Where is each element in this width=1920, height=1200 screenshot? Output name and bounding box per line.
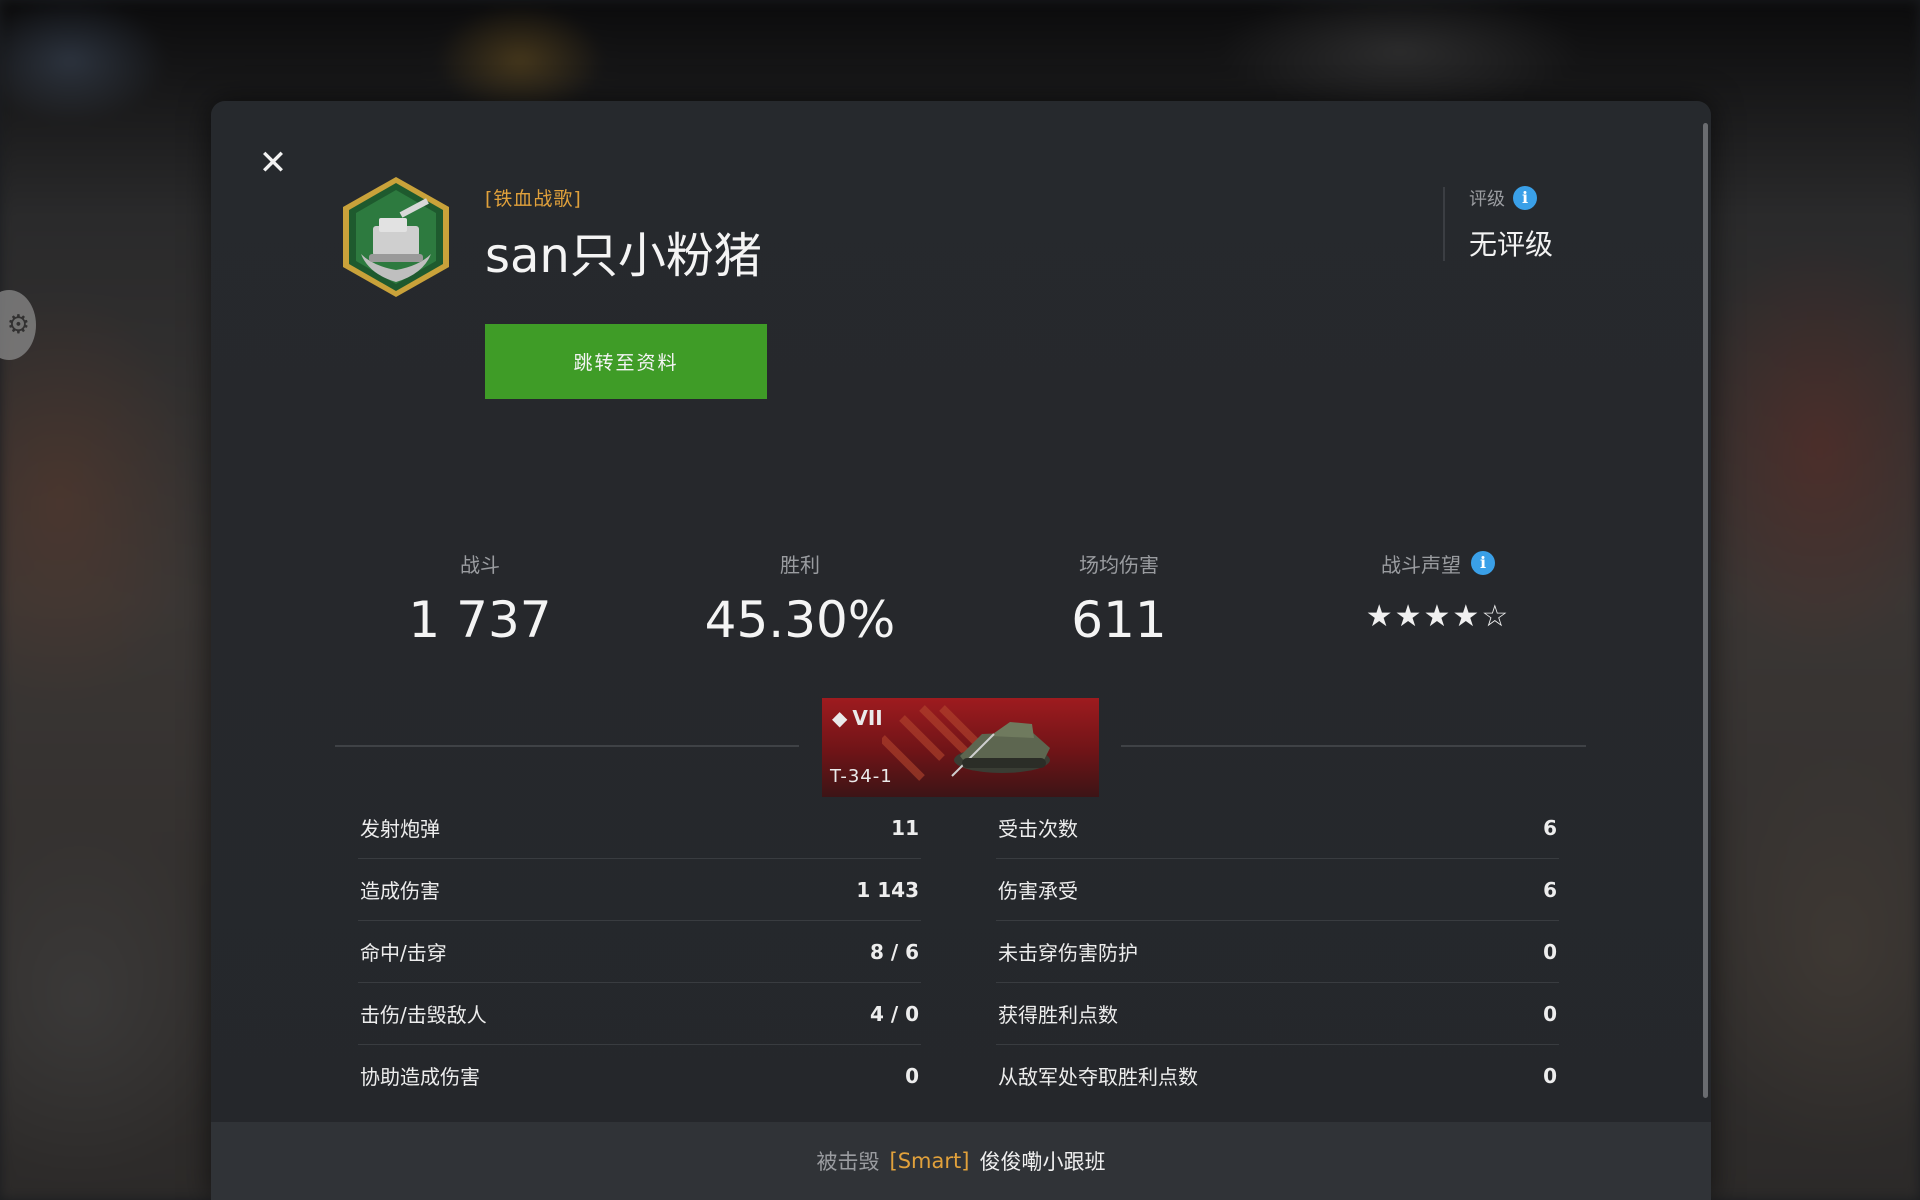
right-stats-table: 受击次数 6 伤害承受 6 未击穿伤害防护 0 获得胜利点数 0 从敌军处夺取胜利点数 0: [996, 797, 1559, 1106]
close-icon[interactable]: ✕: [255, 145, 291, 181]
tank-name: T-34-1: [830, 766, 893, 787]
table-row: 击伤/击毁敌人 4 / 0: [358, 983, 921, 1045]
avg-damage-label: 场均伤害: [1079, 552, 1159, 577]
destroyed-by-footer: 被击毁 [Smart] 俊俊嘞小跟班: [211, 1122, 1711, 1200]
row-value: 0: [1543, 939, 1557, 964]
table-row: 获得胜利点数 0: [996, 983, 1559, 1045]
killer-clan-tag: [Smart]: [889, 1149, 970, 1173]
avg-damage-stat: 场均伤害 611: [959, 549, 1279, 650]
reputation-label-text: 战斗声望: [1381, 552, 1461, 577]
row-value: 0: [905, 1063, 919, 1088]
table-row: 未击穿伤害防护 0: [996, 921, 1559, 983]
row-value: 1 143: [856, 877, 919, 902]
row-label: 协助造成伤害: [360, 1065, 480, 1089]
row-value: 0: [1543, 1063, 1557, 1088]
wins-label: 胜利: [780, 552, 820, 577]
row-label: 未击穿伤害防护: [998, 941, 1138, 965]
wins-value: 45.30%: [704, 591, 896, 649]
destroyed-by-label: 被击毁: [816, 1150, 880, 1174]
tank-type-icon: ◆: [832, 706, 848, 730]
rating-label: 评级 i: [1469, 185, 1537, 211]
divider-left: [335, 745, 799, 747]
row-label: 从敌军处夺取胜利点数: [998, 1065, 1198, 1089]
table-row: 伤害承受 6: [996, 859, 1559, 921]
avg-damage-value: 611: [1071, 591, 1167, 649]
table-row: 发射炮弹 11: [358, 797, 921, 859]
go-to-profile-button[interactable]: 跳转至资料: [485, 324, 767, 399]
rating-value: 无评级: [1469, 228, 1554, 261]
tank-decoration: [882, 705, 1050, 781]
reputation-stat: 战斗声望 i ★★★★☆: [1278, 549, 1598, 634]
battles-value: 1 737: [408, 591, 552, 649]
info-icon[interactable]: i: [1471, 551, 1495, 575]
tank-card: ◆ VII T-34-1: [822, 698, 1099, 797]
table-row: 协助造成伤害 0: [358, 1045, 921, 1106]
table-row: 命中/击穿 8 / 6: [358, 921, 921, 983]
reputation-stars: ★★★★☆: [1365, 599, 1511, 634]
row-label: 受击次数: [998, 817, 1078, 841]
row-label: 伤害承受: [998, 879, 1078, 903]
tank-tier-value: VII: [852, 706, 883, 730]
rating-divider: [1443, 187, 1445, 261]
table-row: 从敌军处夺取胜利点数 0: [996, 1045, 1559, 1106]
table-row: 受击次数 6: [996, 797, 1559, 859]
wins-stat: 胜利 45.30%: [640, 549, 960, 650]
row-label: 获得胜利点数: [998, 1003, 1118, 1027]
player-name: san只小粉猪: [485, 228, 762, 284]
row-value: 6: [1543, 877, 1557, 902]
achievement-emblem-icon: [343, 177, 449, 297]
row-value: 4 / 0: [869, 1001, 919, 1026]
scrollbar[interactable]: [1703, 123, 1708, 1098]
left-stats-table: 发射炮弹 11 造成伤害 1 143 命中/击穿 8 / 6 击伤/击毁敌人 4 / 0…: [358, 797, 921, 1106]
table-row: 造成伤害 1 143: [358, 859, 921, 921]
player-result-panel: ✕ [铁血战歌] san只小粉猪 跳转至资料 评级 i 无评级 战斗 1 737…: [211, 101, 1711, 1200]
divider-right: [1121, 745, 1586, 747]
battles-stat: 战斗 1 737: [320, 549, 640, 650]
row-label: 命中/击穿: [360, 941, 447, 965]
row-value: 11: [891, 815, 919, 840]
row-value: 6: [1543, 815, 1557, 840]
info-icon[interactable]: i: [1513, 186, 1537, 210]
rating-label-text: 评级: [1469, 189, 1505, 210]
clan-tag: [铁血战歌]: [485, 188, 582, 210]
tank-tier: ◆ VII: [832, 706, 883, 730]
row-label: 发射炮弹: [360, 817, 440, 841]
row-label: 击伤/击毁敌人: [360, 1003, 487, 1027]
row-value: 8 / 6: [869, 939, 919, 964]
killer-name: 俊俊嘞小跟班: [979, 1150, 1106, 1174]
reputation-label: 战斗声望 i: [1278, 549, 1598, 577]
row-label: 造成伤害: [360, 879, 440, 903]
battles-label: 战斗: [460, 552, 500, 577]
row-value: 0: [1543, 1001, 1557, 1026]
